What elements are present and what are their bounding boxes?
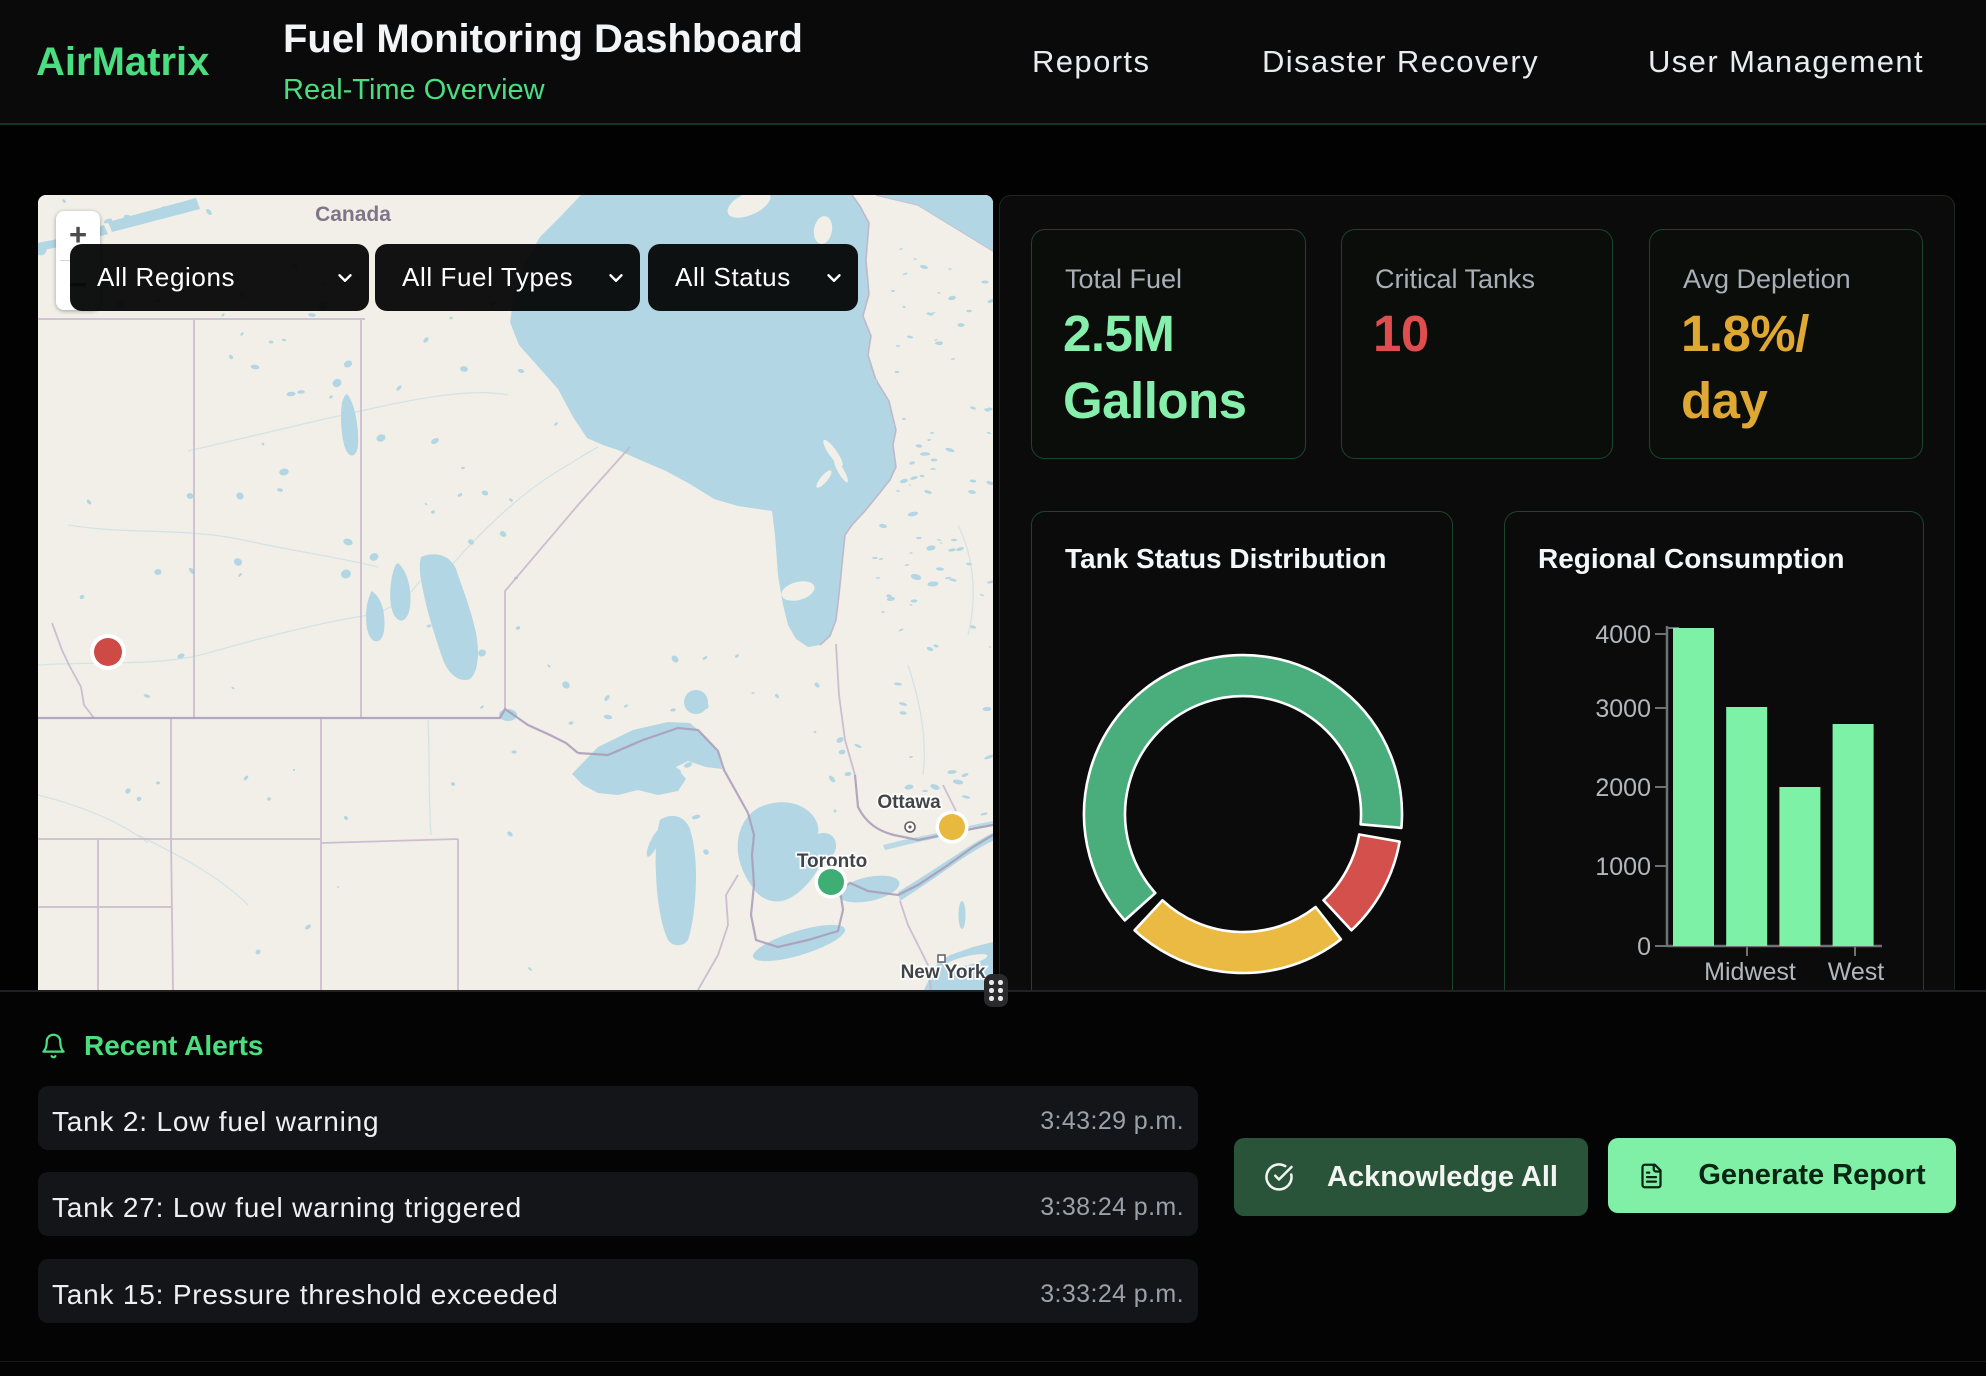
svg-text:2000: 2000 bbox=[1595, 774, 1651, 802]
svg-text:1000: 1000 bbox=[1595, 853, 1651, 881]
svg-text:3000: 3000 bbox=[1595, 695, 1651, 723]
svg-text:West: West bbox=[1828, 958, 1885, 986]
svg-text:0: 0 bbox=[1637, 933, 1651, 961]
svg-text:Ottawa: Ottawa bbox=[877, 792, 941, 813]
svg-text:Canada: Canada bbox=[315, 203, 391, 226]
svg-text:4000: 4000 bbox=[1595, 621, 1651, 649]
svg-text:New York: New York bbox=[901, 962, 986, 983]
svg-text:Midwest: Midwest bbox=[1704, 958, 1796, 986]
